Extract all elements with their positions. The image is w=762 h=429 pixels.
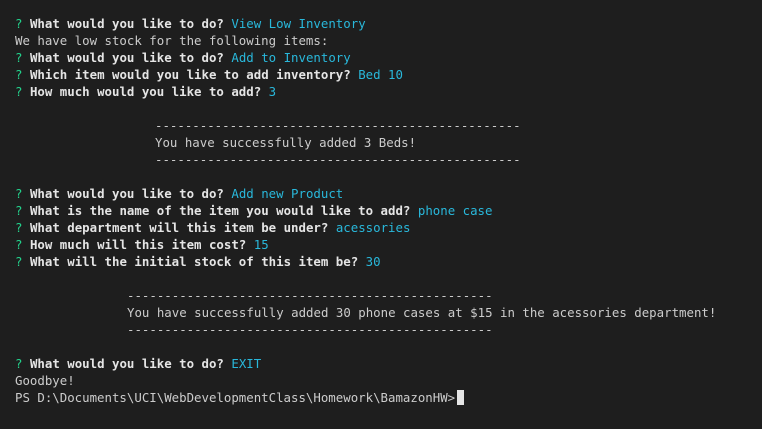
answer: EXIT: [231, 356, 262, 371]
question-mark: ?: [15, 186, 23, 201]
question: What would you like to do?: [29, 356, 224, 371]
answer: Add new Product: [231, 186, 344, 201]
answer: Add to Inventory: [231, 50, 351, 65]
answer: acessories: [335, 220, 411, 235]
shell-prompt-line[interactable]: PS D:\Documents\UCI\WebDevelopmentClass\…: [15, 389, 465, 406]
answer: Bed 10: [358, 67, 403, 82]
prompt-line: ? Which item would you like to add inven…: [15, 66, 403, 83]
question-mark: ?: [15, 203, 23, 218]
prompt-line: ? What would you like to do? Add to Inve…: [15, 49, 351, 66]
answer: 3: [268, 84, 277, 99]
answer: phone case: [417, 203, 493, 218]
question: What will the initial stock of this item…: [29, 254, 359, 269]
answer: View Low Inventory: [231, 16, 366, 31]
divider-line: ----------------------------------------…: [127, 322, 493, 337]
question: What department will this item be under?: [29, 220, 329, 235]
question: Which item would you like to add invento…: [29, 67, 351, 82]
answer: 15: [253, 237, 269, 252]
prompt-line: ? What will the initial stock of this it…: [15, 253, 381, 270]
question-mark: ?: [15, 50, 23, 65]
question: How much will this item cost?: [29, 237, 247, 252]
divider-line: ----------------------------------------…: [155, 118, 521, 133]
question: What would you like to do?: [29, 50, 224, 65]
question-mark: ?: [15, 220, 23, 235]
question-mark: ?: [15, 67, 23, 82]
question: What would you like to do?: [29, 16, 224, 31]
question: How much would you like to add?: [29, 84, 262, 99]
output-line: Goodbye!: [15, 373, 75, 388]
prompt-line: ? What would you like to do? Add new Pro…: [15, 185, 343, 202]
divider-line: ----------------------------------------…: [155, 152, 521, 167]
answer: 30: [365, 254, 381, 269]
prompt-line: ? How much will this item cost? 15: [15, 236, 269, 253]
prompt-line: ? What would you like to do? View Low In…: [15, 15, 366, 32]
success-message: You have successfully added 30 phone cas…: [127, 305, 717, 320]
divider-line: ----------------------------------------…: [127, 288, 493, 303]
prompt-line: ? What department will this item be unde…: [15, 219, 410, 236]
question-mark: ?: [15, 237, 23, 252]
question-mark: ?: [15, 356, 23, 371]
terminal-window[interactable]: ? What would you like to do? View Low In…: [0, 0, 762, 429]
question-mark: ?: [15, 84, 23, 99]
question-mark: ?: [15, 254, 23, 269]
question: What is the name of the item you would l…: [29, 203, 411, 218]
text-cursor[interactable]: [457, 390, 465, 405]
output-line: We have low stock for the following item…: [15, 33, 329, 48]
question: What would you like to do?: [29, 186, 224, 201]
prompt-line: ? What would you like to do? EXIT: [15, 355, 261, 372]
shell-prompt: PS D:\Documents\UCI\WebDevelopmentClass\…: [15, 390, 456, 405]
success-message: You have successfully added 3 Beds!: [155, 135, 417, 150]
question-mark: ?: [15, 16, 23, 31]
prompt-line: ? What is the name of the item you would…: [15, 202, 492, 219]
prompt-line: ? How much would you like to add? 3: [15, 83, 276, 100]
